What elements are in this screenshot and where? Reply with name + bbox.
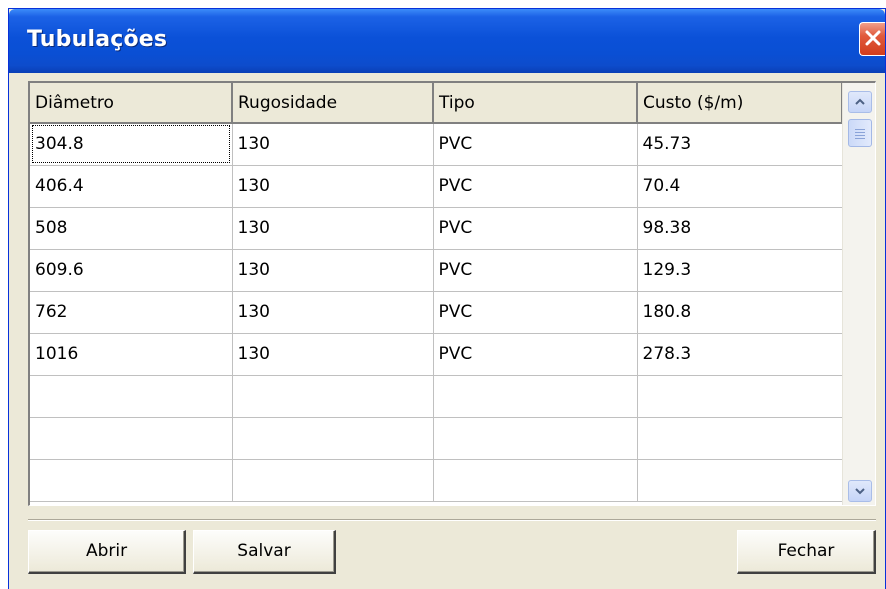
grid-cell[interactable]: 98.38 [637,207,843,250]
grid-cell[interactable]: 70.4 [637,165,843,208]
grid-cell[interactable] [232,417,434,460]
pipes-table: Diâmetro Rugosidade Tipo Custo ($/m) 304… [30,83,843,502]
table-row: 609.6 130 PVC 129.3 [30,249,843,292]
grid-cell[interactable]: PVC [433,333,638,376]
scroll-down-arrow-icon [855,488,865,495]
grid-cell[interactable] [637,417,843,460]
scroll-thumb[interactable] [848,119,872,147]
table-row: 1016 130 PVC 278.3 [30,333,843,376]
grid-cell[interactable]: 508 [30,207,233,250]
close-window-button[interactable] [859,22,885,56]
divider [28,519,876,521]
grid-cell[interactable]: PVC [433,123,638,166]
grid-cell[interactable] [30,459,233,502]
pipes-grid[interactable]: Diâmetro Rugosidade Tipo Custo ($/m) 304… [28,81,876,506]
grid-cell[interactable] [433,417,638,460]
table-row: 304.8 130 PVC 45.73 [30,123,843,166]
grid-cell[interactable]: 278.3 [637,333,843,376]
grid-cell[interactable]: 609.6 [30,249,233,292]
vertical-scrollbar[interactable] [842,83,875,505]
table-row-empty [30,375,843,418]
column-header-rugosidade[interactable]: Rugosidade [232,83,434,124]
open-button[interactable]: Abrir [28,530,186,574]
table-row-empty [30,417,843,460]
grid-cell[interactable]: 130 [232,249,434,292]
grid-cell[interactable]: 304.8 [30,123,233,166]
grid-cell[interactable] [637,459,843,502]
table-row: 762 130 PVC 180.8 [30,291,843,334]
grid-cell[interactable]: 406.4 [30,165,233,208]
grid-cell[interactable]: 130 [232,123,434,166]
grid-cell[interactable]: 129.3 [637,249,843,292]
save-button[interactable]: Salvar [193,530,336,574]
column-header-diametro[interactable]: Diâmetro [30,83,233,124]
grid-cell[interactable] [30,375,233,418]
grid-cell[interactable]: PVC [433,249,638,292]
header-row: Diâmetro Rugosidade Tipo Custo ($/m) [30,83,843,124]
grid-cell[interactable] [433,375,638,418]
grid-cell[interactable]: 1016 [30,333,233,376]
thumb-grip-line [855,135,865,136]
grid-cell[interactable] [637,375,843,418]
tubulacoes-dialog: Tubulações Diâmetro Rugosidade Tipo Cust… [8,8,886,589]
grid-cell[interactable]: 180.8 [637,291,843,334]
grid-cell[interactable]: 762 [30,291,233,334]
grid-cell[interactable]: PVC [433,291,638,334]
grid-cell[interactable] [30,417,233,460]
thumb-grip-line [855,129,865,130]
grid-cell[interactable] [232,459,434,502]
scroll-up-arrow-icon [855,98,865,105]
scroll-down-button[interactable] [848,480,872,502]
grid-cell[interactable]: 130 [232,291,434,334]
column-header-custo[interactable]: Custo ($/m) [637,83,843,124]
grid-cell[interactable]: 130 [232,207,434,250]
grid-cell[interactable] [232,375,434,418]
table-row: 508 130 PVC 98.38 [30,207,843,250]
grid-cell[interactable]: 130 [232,333,434,376]
table-row-empty [30,459,843,502]
grid-cell[interactable]: PVC [433,165,638,208]
grid-cell[interactable] [433,459,638,502]
close-button[interactable]: Fechar [737,530,876,574]
thumb-grip-line [855,138,865,139]
close-x-icon [865,30,881,46]
title-bar[interactable]: Tubulações [9,9,885,73]
scroll-up-button[interactable] [848,91,872,113]
thumb-grip-line [855,132,865,133]
grid-cell[interactable]: 130 [232,165,434,208]
table-row: 406.4 130 PVC 70.4 [30,165,843,208]
window-title: Tubulações [27,27,168,52]
grid-cell[interactable]: PVC [433,207,638,250]
grid-cell[interactable]: 45.73 [637,123,843,166]
column-header-tipo[interactable]: Tipo [433,83,638,124]
